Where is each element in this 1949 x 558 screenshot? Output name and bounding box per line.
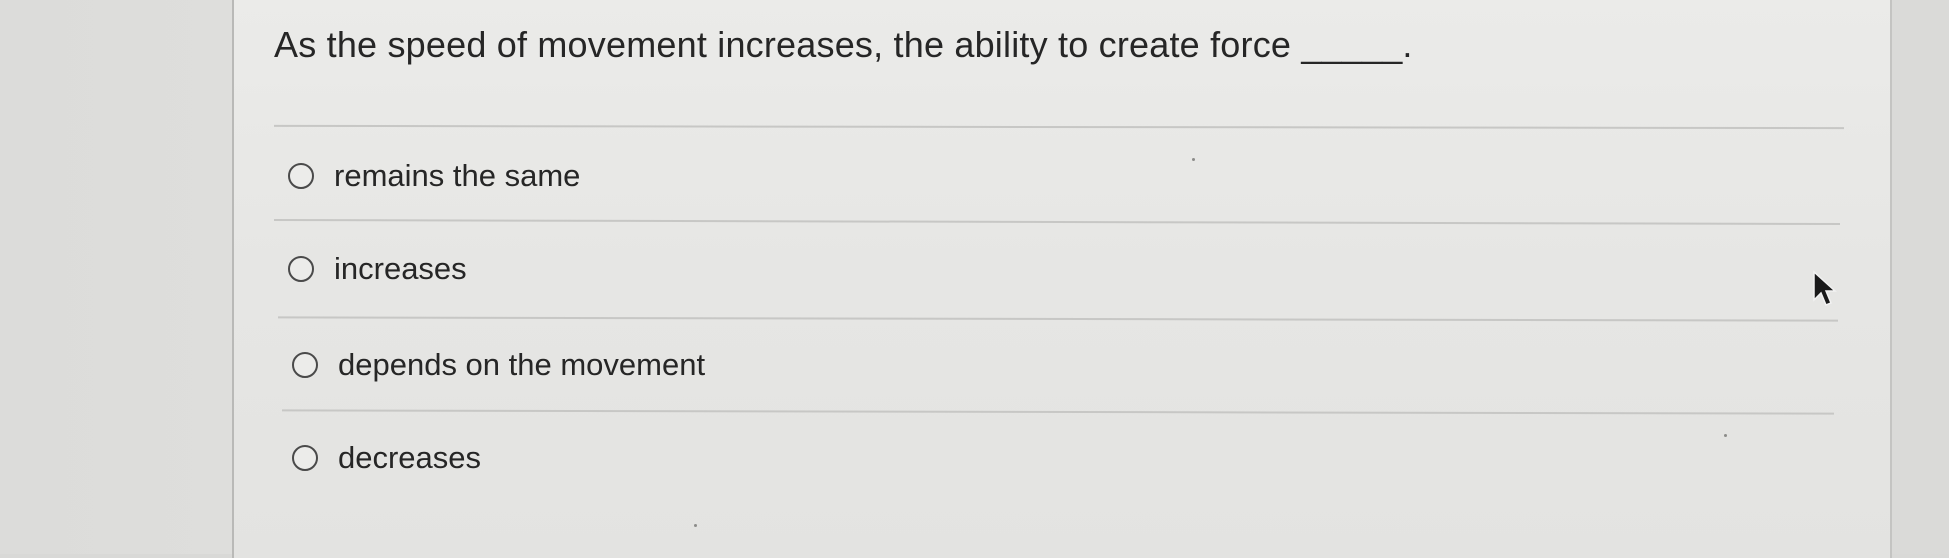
radio-button-icon[interactable]	[288, 163, 314, 189]
option-label: increases	[334, 251, 467, 286]
divider	[273, 124, 1845, 130]
option-label: decreases	[338, 440, 482, 475]
radio-button-icon[interactable]	[292, 352, 318, 378]
screen-speck	[1192, 158, 1195, 161]
screen-speck	[1724, 434, 1727, 437]
answer-option-increases[interactable]: increases	[288, 244, 467, 294]
radio-button-icon[interactable]	[288, 256, 314, 282]
option-label: depends on the movement	[338, 347, 706, 382]
question-text: As the speed of movement increases, the …	[274, 24, 1413, 65]
screen-speck	[694, 524, 697, 527]
divider	[281, 409, 1835, 415]
radio-button-icon[interactable]	[292, 445, 318, 471]
answer-option-remains-the-same[interactable]: remains the same	[288, 151, 580, 201]
question-card: As the speed of movement increases, the …	[232, 0, 1892, 558]
answer-option-decreases[interactable]: decreases	[292, 433, 481, 483]
mouse-pointer-arrow-icon	[1813, 270, 1837, 306]
divider	[277, 316, 1839, 322]
answer-option-depends-on-the-movement[interactable]: depends on the movement	[292, 340, 705, 390]
divider	[274, 218, 1840, 226]
option-label: remains the same	[334, 158, 581, 193]
